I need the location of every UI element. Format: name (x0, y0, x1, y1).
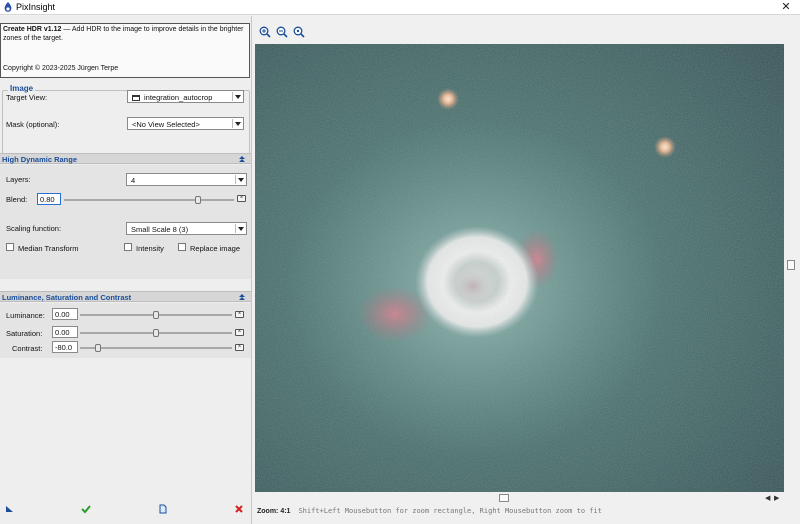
chevron-down-icon (235, 224, 245, 233)
target-view-value: integration_autocrop (144, 93, 213, 102)
intensity-checkbox[interactable] (124, 243, 132, 251)
lsc-section-body: Luminance: 0.00 × Saturation: 0.00 × Con… (0, 303, 251, 358)
copyright-text: Copyright © 2023-2025 Jürgen Terpe (3, 64, 119, 72)
contrast-slider-thumb[interactable] (95, 344, 101, 352)
median-transform-checkbox[interactable] (6, 243, 14, 251)
intensity-label: Intensity (136, 244, 164, 253)
reset-icon[interactable]: × (235, 311, 244, 318)
vertical-scrollbar-thumb[interactable] (787, 260, 795, 270)
lsc-section-title: Luminance, Saturation and Contrast (2, 293, 132, 302)
median-transform-label: Median Transform (18, 244, 79, 253)
mask-select[interactable]: <No View Selected> (127, 117, 244, 130)
layers-label: Layers: (6, 175, 31, 184)
replace-image-checkbox[interactable] (178, 243, 186, 251)
image-preview[interactable] (255, 44, 784, 492)
reset-document-icon[interactable] (158, 504, 168, 514)
mask-value: <No View Selected> (132, 120, 200, 129)
info-box: Create HDR v1.12 — Add HDR to the image … (0, 23, 250, 78)
viewer-toolbar (253, 16, 800, 44)
horizontal-scrollbar-thumb[interactable] (499, 494, 509, 502)
image-group-title: Image (8, 84, 36, 93)
new-instance-icon[interactable] (5, 504, 15, 514)
chevron-down-icon (235, 175, 245, 184)
scaling-function-select[interactable]: Small Scale 8 (3) (126, 222, 247, 235)
target-view-select[interactable]: integration_autocrop (127, 90, 244, 103)
lsc-section-header[interactable]: Luminance, Saturation and Contrast (0, 291, 251, 302)
pixinsight-logo-icon (4, 2, 12, 12)
zoom-level: Zoom: 4:1 (257, 508, 291, 515)
scaling-function-value: Small Scale 8 (3) (131, 225, 189, 234)
horizontal-scrollbar[interactable]: ◀ ▶ (255, 493, 784, 504)
hdr-section-body: Layers: 4 Blend: 0.80 × Scaling function… (0, 165, 251, 279)
reset-icon[interactable]: × (237, 195, 246, 202)
target-view-label: Target View: (6, 93, 48, 102)
blend-slider[interactable] (64, 196, 234, 204)
zoom-hint: Shift+Left Mousebutton for zoom rectangl… (298, 507, 602, 515)
saturation-label: Saturation: (6, 329, 43, 338)
collapse-icon[interactable] (238, 293, 246, 301)
zoom-fit-icon[interactable] (293, 26, 305, 38)
blend-slider-thumb[interactable] (195, 196, 202, 204)
hdr-section-title: High Dynamic Range (2, 155, 78, 164)
script-name: Create HDR v1.12 (3, 26, 62, 33)
scaling-function-label: Scaling function: (6, 224, 62, 233)
vertical-scrollbar[interactable] (785, 44, 798, 492)
title-bar: PixInsight ✕ (0, 0, 800, 15)
scroll-left-icon[interactable]: ◀ (765, 494, 770, 502)
zoom-in-icon[interactable] (259, 26, 271, 38)
hdr-section-header[interactable]: High Dynamic Range (0, 153, 251, 164)
reset-icon[interactable]: × (235, 344, 244, 351)
saturation-slider[interactable] (80, 329, 232, 337)
execute-check-icon[interactable] (81, 504, 91, 514)
mask-label: Mask (optional): (6, 120, 60, 129)
luminance-slider-thumb[interactable] (153, 311, 159, 319)
saturation-input[interactable]: 0.00 (52, 326, 78, 338)
saturation-slider-thumb[interactable] (153, 329, 159, 337)
collapse-icon[interactable] (238, 155, 246, 163)
luminance-slider[interactable] (80, 311, 232, 319)
luminance-input[interactable]: 0.00 (52, 308, 78, 320)
nebula-image (255, 44, 784, 492)
process-panel: Create HDR v1.12 — Add HDR to the image … (0, 16, 252, 524)
window-title: PixInsight (16, 2, 56, 12)
contrast-input[interactable]: -80.0 (52, 341, 78, 353)
replace-image-label: Replace image (190, 244, 241, 253)
layers-value: 4 (131, 176, 136, 185)
reset-icon[interactable]: × (235, 329, 244, 336)
scroll-right-icon[interactable]: ▶ (774, 494, 779, 502)
zoom-out-icon[interactable] (276, 26, 288, 38)
status-bar: Zoom: 4:1 Shift+Left Mousebutton for zoom… (253, 505, 800, 524)
chevron-down-icon (232, 119, 242, 128)
contrast-slider[interactable] (80, 344, 232, 352)
close-icon[interactable]: ✕ (780, 0, 792, 13)
chevron-down-icon (232, 92, 242, 101)
blend-label: Blend: (6, 195, 28, 204)
luminance-label: Luminance: (6, 311, 45, 320)
blend-input[interactable]: 0.80 (37, 193, 61, 205)
layers-select[interactable]: 4 (126, 173, 247, 186)
contrast-label: Contrast: (12, 344, 43, 353)
cancel-x-icon[interactable] (234, 504, 244, 514)
image-view-icon (132, 95, 140, 101)
